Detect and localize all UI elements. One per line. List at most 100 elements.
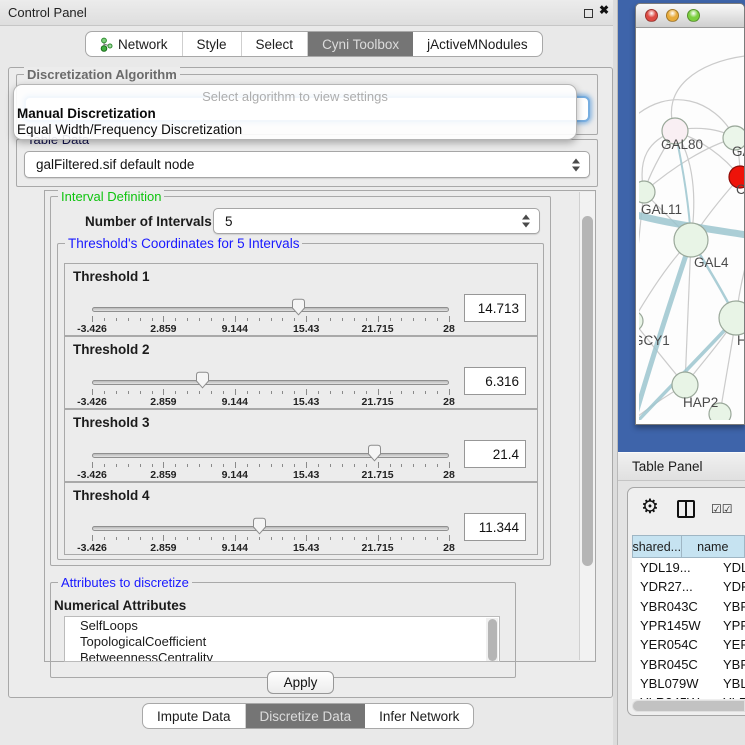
- table-cell[interactable]: YDL19...: [632, 560, 717, 575]
- slider-tick: [306, 316, 307, 322]
- number-of-intervals-select[interactable]: 5: [213, 208, 540, 234]
- gear-icon[interactable]: ⚙: [641, 497, 659, 517]
- table-row[interactable]: YBL079WYBL07: [632, 674, 745, 693]
- table-cell[interactable]: YBR043C: [632, 599, 717, 614]
- algorithm-option-manual[interactable]: Manual Discretization: [17, 106, 156, 121]
- table-horizontal-scrollbar[interactable]: [632, 700, 745, 712]
- table-cell[interactable]: YBR04: [717, 657, 745, 672]
- table-cell[interactable]: YPR14: [717, 618, 745, 633]
- table-cell[interactable]: YBL07: [717, 676, 745, 691]
- select-columns-checkbox-icon[interactable]: ☑☑: [711, 502, 733, 516]
- tab-discretize-data[interactable]: Discretize Data: [246, 704, 366, 728]
- slider-scale-label: 21.715: [362, 323, 394, 335]
- threshold-value-field[interactable]: 21.4: [464, 440, 526, 468]
- slider-tick: [282, 391, 283, 394]
- node-gal11[interactable]: [639, 181, 655, 203]
- columns-icon[interactable]: [677, 500, 695, 518]
- tab-select[interactable]: Select: [242, 32, 309, 56]
- table-cell[interactable]: YER05: [717, 637, 745, 652]
- table-cell[interactable]: YDL19: [717, 560, 745, 575]
- attribute-item-selfloops[interactable]: SelfLoops: [65, 617, 499, 633]
- algorithm-option-equal-width[interactable]: Equal Width/Frequency Discretization: [17, 122, 242, 137]
- slider-tick: [116, 318, 117, 321]
- slider-tick: [223, 391, 224, 394]
- attributes-list-scrollbar[interactable]: [486, 618, 498, 662]
- column-header-name[interactable]: name: [682, 535, 745, 558]
- table-row[interactable]: YDL19...YDL19: [632, 558, 745, 577]
- threshold-slider-thumb[interactable]: [252, 517, 267, 538]
- slider-tick: [378, 535, 379, 541]
- tab-style[interactable]: Style: [183, 32, 242, 56]
- slider-scale-label: -3.426: [77, 542, 107, 554]
- table-cell[interactable]: YLR345W: [632, 695, 717, 699]
- slider-scale-label: 15.43: [293, 323, 319, 335]
- node-gcy1[interactable]: [639, 311, 643, 331]
- table-cell[interactable]: YER054C: [632, 637, 717, 652]
- settings-vertical-scrollbar[interactable]: [579, 192, 595, 660]
- network-window-titlebar[interactable]: [636, 4, 744, 28]
- slider-tick: [128, 318, 129, 321]
- node-attribute-table: shared...name YDL19...YDL19YDR27...YDR27…: [632, 535, 745, 699]
- tab-cyni-toolbox[interactable]: Cyni Toolbox: [308, 32, 413, 56]
- slider-scale-label: 28: [443, 396, 455, 408]
- table-row[interactable]: YDR27...YDR27: [632, 577, 745, 596]
- tab-impute-data[interactable]: Impute Data: [143, 704, 246, 728]
- table-cell[interactable]: YLR34: [717, 695, 745, 699]
- slider-tick: [163, 389, 164, 395]
- node-label-gal11: GAL11: [641, 202, 682, 217]
- network-canvas[interactable]: GAL80GALCGAL11GAL4GCY1HAHAP2: [639, 28, 744, 420]
- table-cell[interactable]: YBL079W: [632, 676, 717, 691]
- slider-scale-label: 28: [443, 469, 455, 481]
- tab-jactivemnodules[interactable]: jActiveMNodules: [413, 32, 542, 56]
- threshold-slider-thumb[interactable]: [291, 298, 306, 319]
- slider-tick: [247, 318, 248, 321]
- tab-label: Discretize Data: [260, 709, 352, 724]
- threshold-slider-thumb[interactable]: [367, 444, 382, 465]
- table-row[interactable]: YBR045CYBR04: [632, 654, 745, 673]
- minimize-light[interactable]: [666, 9, 679, 22]
- attribute-item-topologicalcoefficient[interactable]: TopologicalCoefficient: [65, 633, 499, 649]
- slider-tick: [247, 391, 248, 394]
- slider-tick: [152, 318, 153, 321]
- slider-scale-label: 2.859: [150, 323, 176, 335]
- table-cell[interactable]: YBR045C: [632, 657, 717, 672]
- table-cell[interactable]: YBR04: [717, 599, 745, 614]
- tab-network[interactable]: Network: [86, 32, 183, 56]
- node-label-gal80: GAL80: [661, 137, 703, 152]
- scrollbar-thumb[interactable]: [488, 619, 497, 661]
- table-cell[interactable]: YDR27...: [632, 579, 717, 594]
- close-icon[interactable]: ✖: [599, 3, 609, 17]
- column-header-shared[interactable]: shared...: [632, 535, 682, 558]
- threshold-value-field[interactable]: 14.713: [464, 294, 526, 322]
- apply-button[interactable]: Apply: [267, 671, 334, 694]
- threshold-slider-thumb[interactable]: [195, 371, 210, 392]
- threshold-value-field[interactable]: 6.316: [464, 367, 526, 395]
- attribute-item-betweennesscentrality[interactable]: BetweennessCentrality: [65, 649, 499, 662]
- threshold-slider-track[interactable]: [92, 380, 449, 385]
- close-light[interactable]: [645, 9, 658, 22]
- node-gal4[interactable]: [674, 223, 708, 257]
- slider-tick: [306, 462, 307, 468]
- threshold-slider-track[interactable]: [92, 453, 449, 458]
- slider-tick: [92, 462, 93, 468]
- table-row[interactable]: YLR345WYLR34: [632, 693, 745, 699]
- table-row[interactable]: YPR145WYPR14: [632, 616, 745, 635]
- scrollbar-thumb[interactable]: [633, 701, 744, 711]
- threshold-value-field[interactable]: 11.344: [464, 513, 526, 541]
- tab-infer-network[interactable]: Infer Network: [365, 704, 473, 728]
- slider-scale-label: 15.43: [293, 469, 319, 481]
- tab-label: Cyni Toolbox: [322, 37, 399, 52]
- float-window-icon[interactable]: [584, 9, 593, 18]
- zoom-light[interactable]: [687, 9, 700, 22]
- numerical-attributes-label: Numerical Attributes: [54, 598, 186, 613]
- threshold-slider-track[interactable]: [92, 526, 449, 531]
- table-data-select[interactable]: galFiltered.sif default node: [24, 151, 590, 178]
- table-row[interactable]: YER054CYER05: [632, 635, 745, 654]
- scrollbar-thumb[interactable]: [582, 216, 593, 566]
- number-of-intervals-value: 5: [214, 214, 233, 229]
- table-cell[interactable]: YDR27: [717, 579, 745, 594]
- table-row[interactable]: YBR043CYBR04: [632, 597, 745, 616]
- threshold-slider-track[interactable]: [92, 307, 449, 312]
- table-cell[interactable]: YPR145W: [632, 618, 717, 633]
- slider-tick: [342, 537, 343, 540]
